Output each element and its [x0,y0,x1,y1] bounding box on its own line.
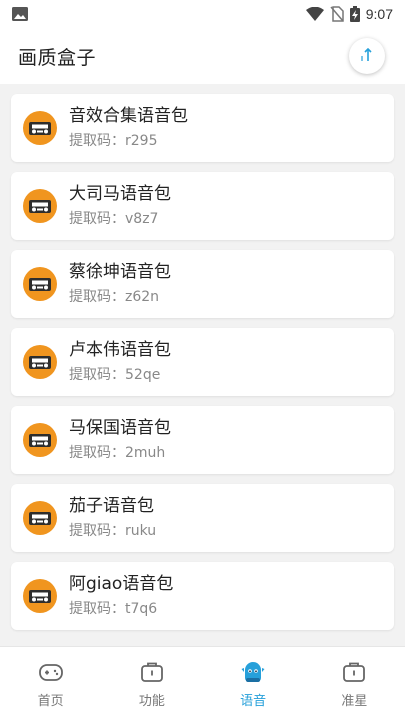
upload-icon [361,48,372,61]
radio-icon [23,501,57,535]
radio-icon [23,189,57,223]
status-bar: 9:07 [0,0,405,28]
voice-pack-card[interactable]: 阿giao语音包 提取码：t7q6 [11,562,394,630]
voice-pack-title: 马保国语音包 [69,418,171,438]
battery-charging-icon [349,6,360,22]
upload-button[interactable] [349,38,385,74]
tab-features[interactable]: 功能 [101,647,202,720]
tab-voice[interactable]: 语音 [203,647,304,720]
radio-icon [23,423,57,457]
voice-pack-list[interactable]: 音效合集语音包 提取码：r295 大司马语音包 提取码：v8z7 蔡徐坤语音包 … [0,84,405,646]
bottom-tab-bar: 首页 功能 语音 准星 [0,646,405,720]
tab-label: 准星 [341,694,368,709]
voice-pack-title: 大司马语音包 [69,184,171,204]
no-sim-icon [330,6,344,22]
extraction-code: 提取码：r295 [69,133,158,149]
voice-pack-card[interactable]: 音效合集语音包 提取码：r295 [11,94,394,162]
status-time: 9:07 [365,6,393,22]
wifi-icon [305,7,324,21]
extraction-code: 提取码：z62n [69,289,160,305]
voice-pack-title: 蔡徐坤语音包 [69,262,171,282]
voice-mascot-icon [241,662,265,682]
voice-pack-card[interactable]: 大司马语音包 提取码：v8z7 [11,172,394,240]
image-icon [12,7,28,21]
extraction-code: 提取码：t7q6 [69,601,158,617]
voice-pack-title: 茄子语音包 [69,496,154,516]
voice-pack-title: 卢本伟语音包 [69,340,171,360]
radio-icon [23,345,57,379]
tab-label: 首页 [37,694,64,709]
app-bar: 画质盒子 [0,28,405,84]
radio-icon [23,579,57,613]
tab-label: 功能 [138,694,165,709]
tab-crosshair[interactable]: 准星 [304,647,405,720]
tab-label: 语音 [240,694,267,709]
extraction-code: 提取码：2muh [69,445,166,461]
extraction-code: 提取码：52qe [69,367,161,383]
gamepad-icon [38,664,63,681]
voice-pack-title: 阿giao语音包 [69,574,174,594]
toolbox-icon [140,662,163,682]
voice-pack-card[interactable]: 马保国语音包 提取码：2muh [11,406,394,474]
voice-pack-title: 音效合集语音包 [69,106,188,126]
voice-pack-card[interactable]: 卢本伟语音包 提取码：52qe [11,328,394,396]
voice-pack-card[interactable]: 蔡徐坤语音包 提取码：z62n [11,250,394,318]
tab-home[interactable]: 首页 [0,647,101,720]
radio-icon [23,267,57,301]
extraction-code: 提取码：v8z7 [69,211,159,227]
voice-pack-card[interactable]: 茄子语音包 提取码：ruku [11,484,394,552]
radio-icon [23,111,57,145]
page-title: 画质盒子 [18,46,97,69]
extraction-code: 提取码：ruku [69,523,157,539]
toolbox-icon [343,662,366,682]
